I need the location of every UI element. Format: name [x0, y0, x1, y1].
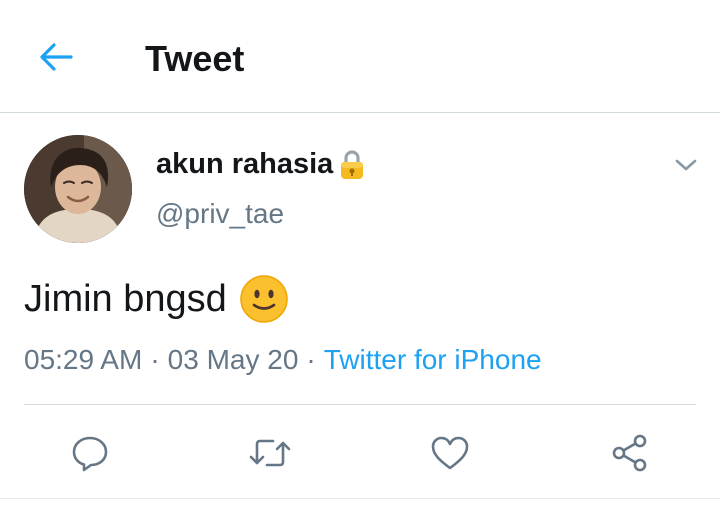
bottom-divider [0, 498, 720, 499]
like-icon [431, 436, 469, 470]
slightly-smiling-face-icon [240, 275, 288, 323]
meta-separator: · [150, 344, 160, 375]
reply-button[interactable] [60, 425, 120, 481]
tweet-source-link[interactable]: Twitter for iPhone [324, 344, 542, 375]
meta-separator: · [306, 344, 316, 375]
back-button[interactable] [32, 36, 80, 78]
top-bar: Tweet [0, 0, 720, 113]
divider [24, 404, 696, 405]
tweet-date: 03 May 20 [167, 344, 299, 375]
page-title: Tweet [145, 38, 245, 79]
avatar[interactable] [24, 135, 132, 243]
chevron-down-icon [675, 159, 697, 171]
tweet-detail-screen: Tweet akun rahasia @priv_tae Jimin bngsd [0, 0, 720, 512]
share-button[interactable] [600, 425, 660, 481]
author-display-name[interactable]: akun rahasia [156, 146, 367, 182]
arrow-left-icon [40, 43, 73, 71]
tweet-text-content: Jimin bngsd [24, 278, 227, 320]
retweet-button[interactable] [240, 425, 300, 481]
retweet-icon [249, 439, 291, 467]
tweet-text: Jimin bngsd [24, 274, 289, 324]
reply-icon [72, 436, 108, 472]
share-icon [612, 434, 647, 472]
tweet-time: 05:29 AM [24, 344, 143, 375]
author-handle[interactable]: @priv_tae [156, 197, 284, 231]
tweet-action-bar [0, 425, 720, 481]
avatar-photo [24, 135, 132, 243]
display-name-text: akun rahasia [156, 148, 334, 180]
lock-icon [341, 150, 364, 179]
more-options-button[interactable] [668, 150, 704, 180]
tweet-meta: 05:29 AM · 03 May 20 · Twitter for iPhone [24, 342, 542, 378]
like-button[interactable] [420, 425, 480, 481]
